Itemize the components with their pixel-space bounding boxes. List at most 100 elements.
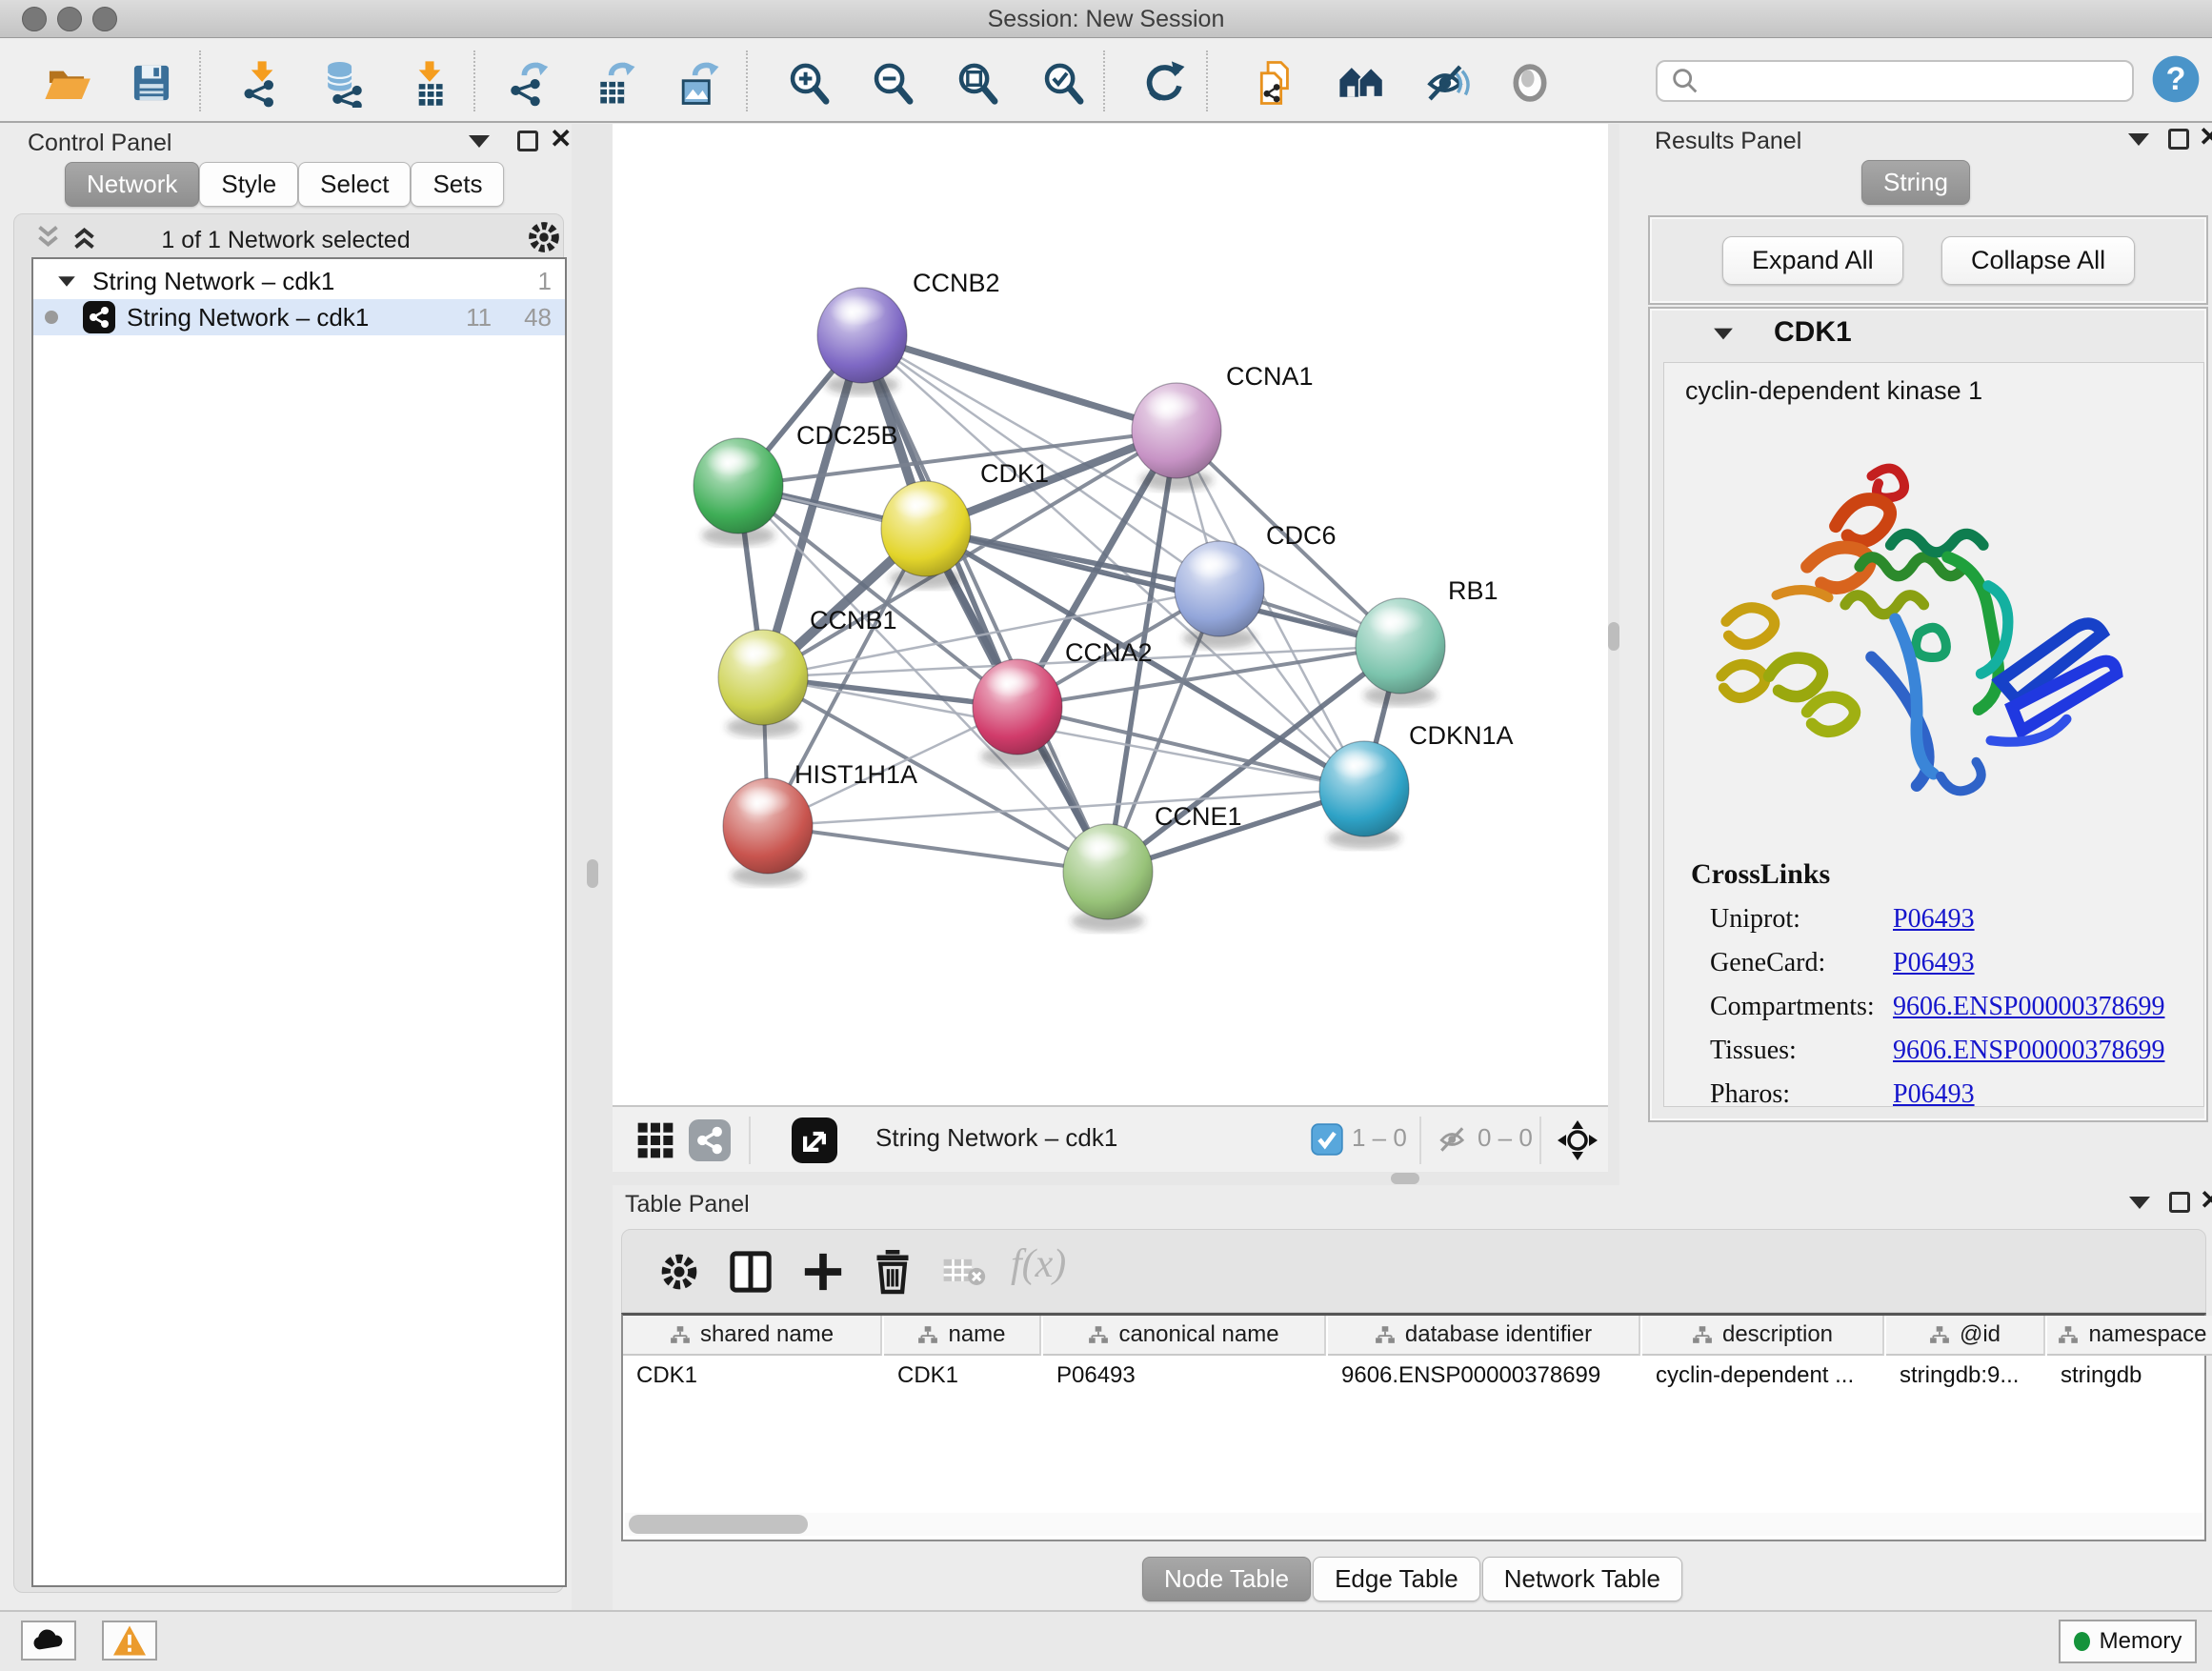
column-header[interactable]: database identifier: [1328, 1316, 1640, 1356]
export-network-button[interactable]: [503, 56, 556, 110]
tab-select[interactable]: Select: [298, 162, 411, 207]
crosslink-value[interactable]: 9606.ENSP00000378699: [1893, 1036, 2164, 1066]
network-node[interactable]: [817, 288, 907, 395]
table-cell[interactable]: P06493: [1043, 1358, 1326, 1394]
collection-expander-icon[interactable]: [58, 276, 75, 286]
cloud-button[interactable]: [21, 1621, 76, 1661]
tab-network[interactable]: Network: [65, 162, 199, 207]
control-panel: Control Panel ✕ NetworkStyleSelectSets 1…: [0, 124, 572, 1610]
network-node[interactable]: [1319, 741, 1409, 849]
zoom-out-button[interactable]: [866, 56, 919, 110]
panel-menu-icon[interactable]: [2128, 133, 2149, 146]
delete-column-icon[interactable]: [872, 1247, 914, 1295]
first-neighbors-button[interactable]: [1335, 56, 1388, 110]
export-image-button[interactable]: [672, 56, 725, 110]
import-table-file-button[interactable]: [403, 56, 456, 110]
zoom-in-button[interactable]: [782, 56, 835, 110]
panel-close-icon[interactable]: ✕: [2200, 1190, 2212, 1211]
network-edges[interactable]: [738, 335, 1400, 872]
column-header[interactable]: @id: [1886, 1316, 2045, 1356]
tab-sets[interactable]: Sets: [411, 162, 504, 207]
table-cell[interactable]: CDK1: [623, 1358, 882, 1394]
control-panel-title: Control Panel: [28, 130, 171, 157]
right-splitter[interactable]: [1608, 124, 1619, 1185]
zoom-fit-button[interactable]: [951, 56, 1004, 110]
network-row[interactable]: String Network – cdk1 11 48: [33, 299, 565, 335]
tab-edge-table[interactable]: Edge Table: [1313, 1557, 1480, 1601]
crosslink-value[interactable]: P06493: [1893, 1079, 1975, 1107]
tab-node-table[interactable]: Node Table: [1142, 1557, 1311, 1601]
show-all-button[interactable]: [1503, 56, 1557, 110]
network-node[interactable]: [718, 630, 808, 737]
table-cell[interactable]: stringdb: [2047, 1358, 2212, 1394]
table-panel-tabs: Node TableEdge TableNetwork Table: [613, 1557, 2212, 1601]
string-query-button[interactable]: [1249, 56, 1302, 110]
import-network-file-button[interactable]: [234, 56, 288, 110]
column-header[interactable]: name: [884, 1316, 1041, 1356]
network-graph[interactable]: CCNB2CCNA1CDC25BCDK1CDC6RB1CCNB1CCNA2CDK…: [613, 124, 1608, 1105]
network-node[interactable]: [973, 659, 1062, 767]
collapse-all-button[interactable]: Collapse All: [1941, 236, 2135, 285]
toolbar-separator: [1103, 50, 1105, 111]
column-header[interactable]: canonical name: [1043, 1316, 1326, 1356]
crosslink-value[interactable]: P06493: [1893, 948, 1975, 978]
bottom-splitter-handle[interactable]: [1391, 1173, 1419, 1184]
panel-close-icon[interactable]: ✕: [2199, 127, 2212, 148]
tab-string[interactable]: String: [1861, 160, 1970, 205]
network-node[interactable]: [1132, 383, 1221, 491]
network-node[interactable]: [1063, 824, 1153, 932]
network-type-toggle-icon[interactable]: [689, 1119, 731, 1161]
left-splitter-handle[interactable]: [587, 859, 598, 888]
panel-menu-icon[interactable]: [469, 135, 490, 148]
crosslink-value[interactable]: P06493: [1893, 904, 1975, 935]
network-node[interactable]: [694, 438, 783, 546]
import-network-database-button[interactable]: [316, 56, 370, 110]
network-node[interactable]: [723, 778, 813, 886]
open-in-window-icon[interactable]: [792, 1117, 837, 1163]
create-column-icon[interactable]: [801, 1249, 845, 1295]
panel-menu-icon[interactable]: [2129, 1197, 2150, 1209]
memory-button[interactable]: Memory: [2059, 1620, 2197, 1663]
crosslink-value[interactable]: 9606.ENSP00000378699: [1893, 992, 2164, 1022]
network-options-gear-icon[interactable]: [526, 219, 562, 255]
apply-layout-button[interactable]: [1137, 56, 1191, 110]
column-header[interactable]: description: [1642, 1316, 1884, 1356]
expand-all-button[interactable]: Expand All: [1722, 236, 1903, 285]
panel-float-icon[interactable]: [2168, 129, 2189, 150]
table-settings-gear-icon[interactable]: [658, 1251, 700, 1293]
table-cell[interactable]: stringdb:9...: [1886, 1358, 2045, 1394]
section-collapse-icon[interactable]: [1714, 329, 1733, 340]
network-node[interactable]: [881, 481, 971, 589]
network-node[interactable]: [1356, 598, 1445, 706]
table-hscrollbar[interactable]: [625, 1513, 2202, 1536]
right-splitter-handle[interactable]: [1608, 622, 1619, 651]
column-header[interactable]: namespace: [2047, 1316, 2212, 1356]
help-button[interactable]: ?: [2149, 52, 2202, 106]
panel-close-icon[interactable]: ✕: [550, 129, 572, 150]
table-cell[interactable]: CDK1: [884, 1358, 1041, 1394]
network-canvas[interactable]: CCNB2CCNA1CDC25BCDK1CDC6RB1CCNB1CCNA2CDK…: [613, 124, 1608, 1105]
save-session-button[interactable]: [125, 56, 178, 110]
tab-network-table[interactable]: Network Table: [1482, 1557, 1682, 1601]
panel-float-icon[interactable]: [517, 131, 538, 151]
zoom-selected-button[interactable]: [1036, 56, 1090, 110]
table-cell[interactable]: cyclin-dependent ...: [1642, 1358, 1884, 1394]
cloud-icon: [30, 1626, 68, 1655]
warnings-button[interactable]: [102, 1621, 157, 1661]
grid-view-icon[interactable]: [636, 1121, 674, 1159]
export-table-button[interactable]: [588, 56, 641, 110]
table-cell[interactable]: 9606.ENSP00000378699: [1328, 1358, 1640, 1394]
birds-eye-view-icon[interactable]: [1556, 1118, 1599, 1162]
tab-style[interactable]: Style: [199, 162, 298, 207]
warning-icon: [111, 1624, 148, 1657]
search-input[interactable]: [1707, 68, 2132, 94]
table-hscrollbar-thumb[interactable]: [629, 1515, 808, 1534]
network-collection-row[interactable]: String Network – cdk1 1: [33, 263, 565, 299]
selected-checkbox-icon[interactable]: [1311, 1123, 1343, 1156]
panel-float-icon[interactable]: [2169, 1192, 2190, 1213]
column-header[interactable]: shared name: [623, 1316, 882, 1356]
show-columns-icon[interactable]: [729, 1249, 773, 1295]
hide-selected-button[interactable]: [1419, 56, 1473, 110]
open-session-button[interactable]: [40, 56, 93, 110]
protein-structure-image: [1693, 439, 2169, 839]
